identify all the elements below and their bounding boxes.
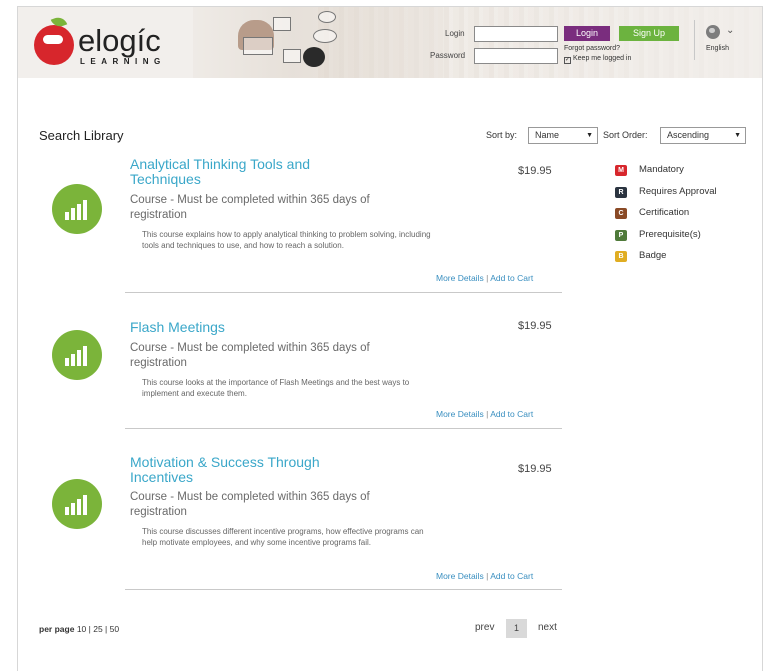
dropdown-arrow-icon: ▼ <box>586 132 593 139</box>
legend-item-mandatory: M Mandatory <box>615 163 755 185</box>
per-page-option-25[interactable]: 25 <box>93 624 102 634</box>
mandatory-badge-icon: M <box>615 165 627 176</box>
course-description: This course looks at the importance of F… <box>142 378 410 398</box>
legend-item-badge: B Badge <box>615 249 755 271</box>
course-subtitle: Course - Must be completed within 365 da… <box>130 194 370 221</box>
course-divider <box>125 589 562 590</box>
forgot-password-link[interactable]: Forgot password? <box>564 45 620 52</box>
course-chart-icon[interactable] <box>52 330 102 380</box>
logo-e-icon <box>34 25 74 65</box>
course-divider <box>125 292 562 293</box>
flowchart-illustration <box>213 11 343 75</box>
prev-page-link[interactable]: prev <box>475 622 494 633</box>
sort-by-label: Sort by: <box>486 130 518 140</box>
keep-logged-in[interactable]: ✓ Keep me logged in <box>564 55 631 64</box>
elogic-logo[interactable]: elogíc LEARNING <box>32 14 192 73</box>
course-item: Analytical Thinking Tools and Techniques… <box>40 157 565 297</box>
dropdown-arrow-icon: ▼ <box>734 132 741 139</box>
add-to-cart-link[interactable]: Add to Cart <box>490 571 533 581</box>
password-input[interactable] <box>474 48 558 64</box>
legend-label: Badge <box>639 250 667 261</box>
login-input[interactable] <box>474 26 558 42</box>
per-page-option-50[interactable]: 50 <box>110 624 119 634</box>
legend-label: Mandatory <box>639 164 684 175</box>
add-to-cart-link[interactable]: Add to Cart <box>490 273 533 283</box>
more-details-link[interactable]: More Details <box>436 571 484 581</box>
legend-item-prerequisites: P Prerequisite(s) <box>615 228 755 250</box>
current-page-number[interactable]: 1 <box>506 619 527 638</box>
flowchart-box <box>283 49 301 63</box>
course-price: $19.95 <box>518 320 552 332</box>
course-price: $19.95 <box>518 463 552 475</box>
course-legend: M Mandatory R Requires Approval C Certif… <box>615 163 755 271</box>
hand-with-marker <box>303 47 325 67</box>
flowchart-box <box>273 17 291 31</box>
course-title-link[interactable]: Flash Meetings <box>130 320 360 335</box>
legend-label: Certification <box>639 207 690 218</box>
sort-order-select[interactable]: Ascending ▼ <box>660 127 746 144</box>
course-item: Motivation & Success Through Incentives … <box>40 455 565 595</box>
per-page-label: per page <box>39 624 75 634</box>
course-description: This course explains how to apply analyt… <box>142 230 431 250</box>
course-title-link[interactable]: Analytical Thinking Tools and Techniques <box>130 157 360 187</box>
site-header: elogíc LEARNING <box>18 7 762 78</box>
more-details-link[interactable]: More Details <box>436 409 484 419</box>
course-subtitle: Course - Must be completed within 365 da… <box>130 491 370 518</box>
language-label[interactable]: English <box>706 45 729 52</box>
per-page-option-10[interactable]: 10 <box>77 624 86 634</box>
requires-approval-badge-icon: R <box>615 186 627 198</box>
flowchart-oval <box>313 29 337 43</box>
course-actions: More Details | Add to Cart <box>436 409 533 419</box>
header-divider <box>694 20 695 60</box>
course-item: Flash Meetings $19.95 Course - Must be c… <box>40 320 565 430</box>
add-to-cart-link[interactable]: Add to Cart <box>490 409 533 419</box>
course-price: $19.95 <box>518 165 552 177</box>
per-page-selector: per page 10 | 25 | 50 <box>39 624 120 634</box>
page-title: Search Library <box>39 128 124 143</box>
sort-by-select[interactable]: Name ▼ <box>528 127 598 144</box>
signup-button[interactable]: Sign Up <box>619 26 679 41</box>
sort-order-value: Ascending <box>667 130 710 140</box>
flowchart-oval <box>318 11 336 23</box>
logo-wordmark: elogíc <box>78 23 161 58</box>
sort-order-label: Sort Order: <box>603 130 648 140</box>
keep-logged-in-checkbox[interactable]: ✓ <box>564 57 571 64</box>
badge-icon: B <box>615 251 627 262</box>
bar-chart-icon <box>65 346 89 366</box>
keep-logged-in-label: Keep me logged in <box>573 55 632 62</box>
legend-label: Prerequisite(s) <box>639 228 701 240</box>
course-description: This course discusses different incentiv… <box>142 527 424 547</box>
password-label: Password <box>430 51 466 60</box>
legend-item-requires-approval: R Requires Approval <box>615 185 755 207</box>
flowchart-box <box>243 37 273 55</box>
course-chart-icon[interactable] <box>52 184 102 234</box>
login-button[interactable]: Login <box>564 26 610 41</box>
sort-by-value: Name <box>535 130 560 140</box>
bar-chart-icon <box>65 495 89 515</box>
globe-icon[interactable] <box>706 25 720 39</box>
certification-badge-icon: C <box>615 208 627 219</box>
course-divider <box>125 428 562 429</box>
course-actions: More Details | Add to Cart <box>436 571 533 581</box>
legend-item-certification: C Certification <box>615 206 755 228</box>
course-title-link[interactable]: Motivation & Success Through Incentives <box>130 455 360 485</box>
course-actions: More Details | Add to Cart <box>436 273 533 283</box>
more-details-link[interactable]: More Details <box>436 273 484 283</box>
bar-chart-icon <box>65 200 89 220</box>
prerequisite-badge-icon: P <box>615 229 627 241</box>
chevron-down-icon[interactable]: ⌄ <box>726 25 734 36</box>
next-page-link[interactable]: next <box>538 622 557 633</box>
login-label: Login <box>445 29 465 38</box>
legend-label: Requires Approval <box>639 185 717 197</box>
logo-subtitle: LEARNING <box>80 57 166 66</box>
course-subtitle: Course - Must be completed within 365 da… <box>130 342 370 369</box>
course-chart-icon[interactable] <box>52 479 102 529</box>
